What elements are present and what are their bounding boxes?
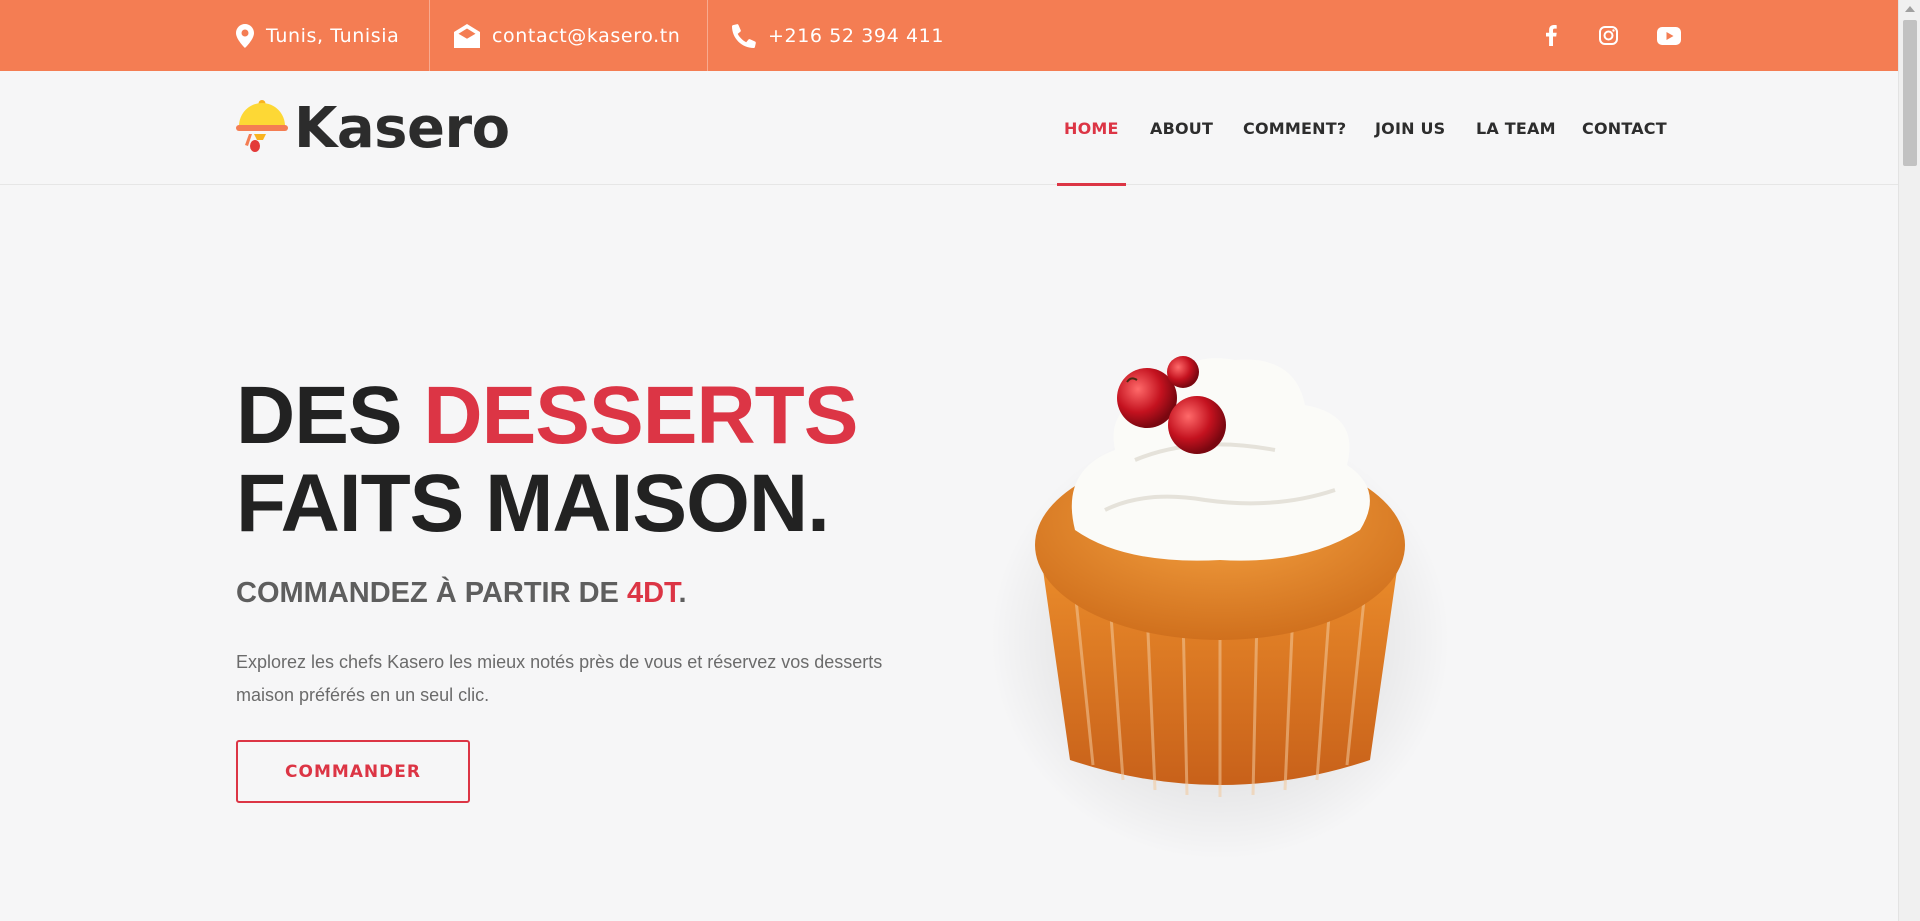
hero-title-part1: DES [236, 370, 424, 461]
nav-item-about[interactable]: ABOUT [1150, 71, 1213, 185]
phone-link[interactable]: +216 52 394 411 [768, 25, 944, 47]
top-contact-bar: Tunis, Tunisia contact@kasero.tn +216 52… [0, 0, 1898, 71]
email-info[interactable]: contact@kasero.tn [454, 0, 680, 71]
phone-info[interactable]: +216 52 394 411 [732, 0, 944, 71]
scroll-up-icon[interactable] [1899, 0, 1920, 18]
main-nav: HOME ABOUT COMMENT? JOIN US LA TEAM CONT… [0, 71, 1898, 186]
hero-title: DES DESSERTS FAITS MAISON. [236, 370, 858, 549]
hero-subtitle-price: 4DT [626, 577, 679, 609]
location-info: Tunis, Tunisia [236, 0, 399, 71]
youtube-icon[interactable] [1653, 0, 1685, 71]
hero-title-accent: DESSERTS [423, 370, 858, 461]
phone-icon [732, 23, 756, 48]
envelope-open-icon [454, 23, 480, 48]
scrollbar-thumb[interactable] [1903, 20, 1917, 166]
page-scrollbar[interactable] [1898, 0, 1920, 921]
nav-item-home[interactable]: HOME [1057, 71, 1126, 186]
order-button[interactable]: COMMANDER [236, 740, 470, 803]
location-text: Tunis, Tunisia [266, 24, 400, 47]
facebook-icon[interactable] [1535, 0, 1567, 71]
email-link[interactable]: contact@kasero.tn [492, 25, 680, 47]
nav-item-la-team[interactable]: LA TEAM [1476, 71, 1556, 185]
hero-title-line2: FAITS MAISON. [236, 458, 830, 549]
topbar-divider [707, 0, 708, 71]
topbar-divider [429, 0, 430, 71]
nav-item-join-us[interactable]: JOIN US [1375, 71, 1445, 185]
site-header: Kasero HOME ABOUT COMMENT? JOIN US LA TE… [0, 71, 1898, 186]
instagram-icon[interactable] [1592, 0, 1624, 71]
cupcake-image [975, 340, 1465, 860]
map-pin-icon [236, 23, 254, 48]
nav-item-contact[interactable]: CONTACT [1582, 71, 1667, 185]
hero-subtitle-part1: COMMANDEZ À PARTIR DE [236, 577, 627, 609]
hero-subtitle-end: . [678, 577, 687, 609]
hero-description: Explorez les chefs Kasero les mieux noté… [236, 652, 883, 705]
hero-subtitle: COMMANDEZ À PARTIR DE 4DT. [236, 577, 687, 610]
nav-item-comment[interactable]: COMMENT? [1243, 71, 1346, 185]
